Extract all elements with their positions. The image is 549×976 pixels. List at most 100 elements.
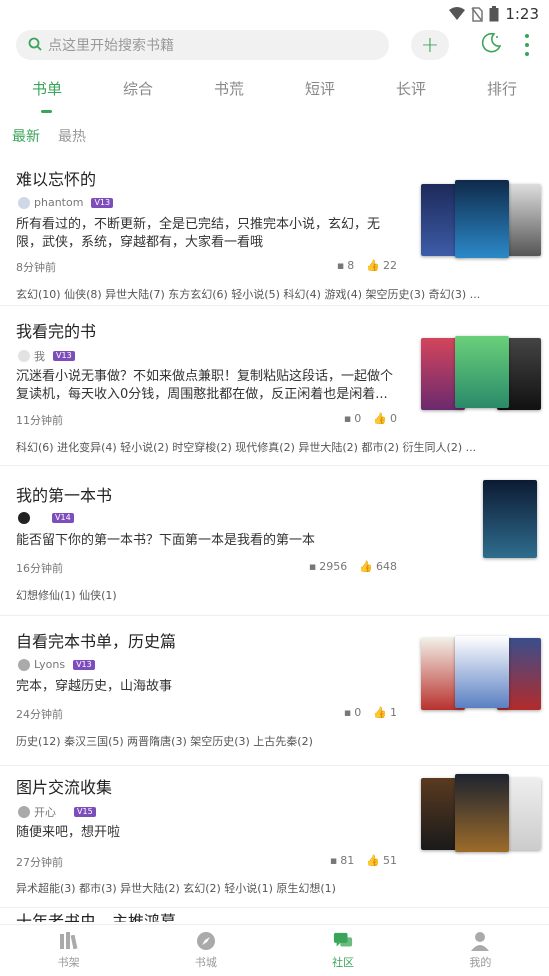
nav-me[interactable]: 我的 (450, 931, 510, 970)
book-covers (421, 636, 541, 712)
book-cover (455, 774, 509, 852)
book-cover (483, 480, 537, 558)
moon-icon (480, 32, 502, 58)
item-description: 所有看过的，不断更新，全是已完结，只推完本小说，玄幻，无限，武侠，系统，穿越都有… (16, 217, 381, 250)
book-covers (421, 480, 537, 558)
comment-icon: ▪ (336, 259, 345, 272)
item-description: 能否留下你的第一本书？下面第一本是我看的第一本 (16, 533, 316, 548)
nav-label: 书架 (57, 956, 80, 969)
comment-count: 0 (354, 706, 362, 719)
like-count: 648 (376, 560, 397, 573)
username: 我 (34, 350, 45, 363)
tab-long-review[interactable]: 长评 (394, 78, 428, 114)
nav-bookstore[interactable]: 书城 (176, 931, 236, 970)
nav-community[interactable]: 社区 (313, 931, 373, 970)
book-cover (455, 336, 509, 408)
item-stats: ▪ 0 👍 1 (344, 706, 397, 719)
book-covers (421, 336, 541, 412)
comment-count: 81 (340, 854, 355, 867)
night-mode-button[interactable] (479, 32, 503, 58)
search-placeholder: 点这里开始搜索书籍 (48, 38, 174, 54)
item-description: 沉迷看小说无事做？不如来做点兼职！复制粘贴这段话，一起做个复读机，每天收入0分钱… (16, 369, 394, 402)
level-badge: Ⅴ14 (52, 513, 74, 523)
level-badge: Ⅴ13 (53, 351, 75, 361)
more-vert-icon (525, 34, 529, 56)
avatar (18, 512, 30, 524)
item-tags: 幻想修仙(1) 仙侠(1) (16, 589, 117, 602)
username: Lyons (34, 658, 66, 671)
thumb-up-icon: 👍 (373, 412, 387, 425)
item-user[interactable]: phantom Ⅴ13 (18, 196, 114, 209)
add-button[interactable]: + (411, 30, 449, 60)
comment-icon: ▪ (343, 706, 352, 719)
more-menu-button[interactable] (521, 34, 533, 56)
bottom-nav: 书架 书城 社区 我的 (0, 924, 549, 976)
comment-count: 8 (347, 259, 355, 272)
comment-count: 2956 (319, 560, 348, 573)
comment-count: 0 (354, 412, 362, 425)
nav-label: 社区 (332, 956, 355, 969)
item-user[interactable]: 我 Ⅴ13 (18, 348, 75, 364)
item-description: 随便来吧，想开啦 (16, 825, 121, 840)
item-title: 图片交流收集 (16, 778, 113, 797)
bookshelf-icon (59, 931, 79, 951)
list-item[interactable]: 我的第一本书 Ⅴ14 能否留下你的第一本书？下面第一本是我看的第一本 16分钟前… (0, 466, 549, 616)
status-bar: 1:23 (0, 0, 549, 28)
no-sim-icon (471, 6, 484, 22)
nav-label: 书城 (194, 956, 217, 969)
search-input[interactable]: 点这里开始搜索书籍 (16, 30, 389, 60)
list-item[interactable]: 图片交流收集 开心 Ⅴ15 随便来吧，想开啦 27分钟前 ▪ 81 👍 51 异术超… (0, 766, 549, 908)
like-count: 51 (383, 854, 397, 867)
item-stats: ▪ 81 👍 51 (330, 854, 397, 867)
book-cover (455, 636, 509, 708)
list-item[interactable]: 我看完的书 我 Ⅴ13 沉迷看小说无事做？不如来做点兼职！复制粘贴这段话，一起做… (0, 306, 549, 466)
level-badge: Ⅴ13 (91, 197, 114, 208)
wifi-icon (449, 7, 466, 21)
list-item[interactable]: 难以忘怀的 phantom Ⅴ13 所有看过的，不断更新，全是已完结，只推完本小… (0, 156, 549, 306)
like-count: 1 (390, 706, 397, 719)
level-badge: Ⅴ15 (74, 807, 96, 817)
item-description: 完本，穿越历史，山海故事 (16, 679, 173, 694)
level-badge: Ⅴ13 (73, 659, 95, 670)
list-item[interactable]: 自看完本书单，历史篇 Lyons Ⅴ13 完本，穿越历史，山海故事 24分钟前 … (0, 616, 549, 766)
compass-icon (196, 931, 216, 951)
item-tags: 历史(12) 秦汉三国(5) 两晋隋唐(3) 架空历史(3) 上古先秦(2) (16, 735, 313, 748)
comment-icon: ▪ (329, 854, 338, 867)
avatar (18, 350, 30, 362)
item-time: 16分钟前 (16, 562, 63, 575)
item-title-partial: 十年老书虫，主推鸿幕 (16, 912, 177, 922)
comment-icon: ▪ (308, 560, 317, 573)
avatar (18, 658, 30, 671)
item-stats: ▪ 0 👍 0 (344, 412, 397, 425)
tab-booklist[interactable]: 书单 (30, 78, 64, 114)
person-icon (470, 931, 490, 951)
booklist-feed: 难以忘怀的 phantom Ⅴ13 所有看过的，不断更新，全是已完结，只推完本小… (0, 156, 549, 908)
subtab-hottest[interactable]: 最热 (58, 126, 86, 146)
search-row: 点这里开始搜索书籍 + (16, 30, 533, 60)
username: phantom (34, 196, 84, 209)
tab-ranking[interactable]: 排行 (485, 78, 519, 114)
item-title: 难以忘怀的 (16, 170, 97, 189)
like-count: 22 (383, 259, 397, 272)
like-count: 0 (390, 412, 397, 425)
nav-label: 我的 (469, 956, 492, 969)
status-time: 1:23 (505, 5, 539, 23)
item-user[interactable]: Lyons Ⅴ13 (18, 658, 95, 671)
username: 开心 (34, 806, 56, 819)
avatar (18, 196, 30, 209)
battery-icon (489, 6, 499, 22)
tab-book-shortage[interactable]: 书荒 (212, 78, 246, 114)
nav-bookshelf[interactable]: 书架 (39, 931, 99, 970)
tab-general[interactable]: 综合 (121, 78, 155, 114)
item-user[interactable]: 开心 Ⅴ15 (18, 804, 96, 820)
tab-short-review[interactable]: 短评 (303, 78, 337, 114)
item-time: 8分钟前 (16, 261, 56, 274)
thumb-up-icon: 👍 (359, 560, 373, 573)
sort-tabs: 最新 最热 (12, 126, 86, 146)
item-title: 我的第一本书 (16, 486, 113, 505)
subtab-latest[interactable]: 最新 (12, 126, 40, 146)
thumb-up-icon: 👍 (366, 854, 380, 867)
item-time: 24分钟前 (16, 708, 63, 721)
item-title: 我看完的书 (16, 322, 97, 341)
item-user[interactable]: Ⅴ14 (18, 512, 74, 524)
